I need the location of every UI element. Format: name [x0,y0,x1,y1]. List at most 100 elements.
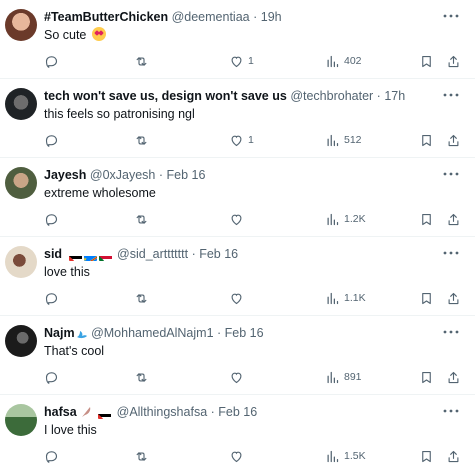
share-icon [448,371,459,383]
avatar[interactable] [5,9,37,41]
reply-button[interactable] [44,368,63,386]
author-name[interactable]: Najm [44,326,75,340]
retweet-icon [136,293,147,303]
bookmark-button[interactable] [419,289,434,307]
tweet-header: tech won't save us, design won't save us… [44,87,439,105]
reply-icon [45,55,58,68]
share-button[interactable] [446,368,461,386]
views-button[interactable]: 1.2K [325,210,366,228]
views-button[interactable]: 512 [325,131,362,149]
reply-feed: #TeamButterChicken @deementiaa · 19h So … [0,0,475,470]
tweet-actions: 1.5K [44,447,464,465]
share-button[interactable] [446,52,461,70]
avatar[interactable] [5,325,37,357]
tweet-header: Najm @MohhamedAlNajm1 · Feb 16 [44,324,439,342]
reply-button[interactable] [44,131,63,149]
author-handle[interactable]: @MohhamedAlNajm1 [91,326,213,340]
author-handle[interactable]: @0xJayesh [90,168,156,182]
wave-emoji-icon [76,326,88,342]
reply-button[interactable] [44,52,63,70]
like-button[interactable]: 1 [229,52,254,70]
more-options-icon[interactable] [441,164,461,184]
author-name[interactable]: Jayesh [44,168,86,182]
like-button[interactable] [229,210,248,228]
tweet-header: #TeamButterChicken @deementiaa · 19h [44,8,439,26]
views-button[interactable]: 1.5K [325,447,366,465]
reply-button[interactable] [44,289,63,307]
avatar[interactable] [5,246,37,278]
retweet-icon [136,135,147,145]
separator-dot: · [210,405,215,419]
bookmark-button[interactable] [419,368,434,386]
more-options-icon[interactable] [441,243,461,263]
author-name[interactable]: sid [44,247,62,261]
bookmark-button[interactable] [419,52,434,70]
author-name[interactable]: tech won't save us, design won't save us [44,89,287,103]
author-handle[interactable]: @sid_arttttttt [117,247,188,261]
separator-dot: · [191,247,196,261]
like-button[interactable] [229,368,248,386]
tweet[interactable]: Najm @MohhamedAlNajm1 · Feb 16 That's co… [0,316,475,395]
flag-emojis [68,247,114,263]
author-handle[interactable]: @techbrohater [290,89,373,103]
heart-icon [231,451,242,462]
views-button[interactable]: 891 [325,368,362,386]
share-button[interactable] [446,447,461,465]
timestamp[interactable]: 17h [384,89,405,103]
avatar[interactable] [5,167,37,199]
timestamp[interactable]: Feb 16 [199,247,238,261]
tweet[interactable]: #TeamButterChicken @deementiaa · 19h So … [0,0,475,79]
more-options-icon[interactable] [441,322,461,342]
timestamp[interactable]: Feb 16 [218,405,257,419]
author-handle[interactable]: @deementiaa [172,10,250,24]
author-name[interactable]: #TeamButterChicken [44,10,168,24]
like-button[interactable] [229,289,248,307]
views-button[interactable]: 1.1K [325,289,366,307]
retweet-button[interactable] [134,368,153,386]
timestamp[interactable]: Feb 16 [225,326,264,340]
more-options-icon[interactable] [441,401,461,421]
author-handle[interactable]: @Allthingshafsa [117,405,208,419]
timestamp[interactable]: Feb 16 [167,168,206,182]
retweet-button[interactable] [134,52,153,70]
separator-dot: · [217,326,222,340]
views-button[interactable]: 402 [325,52,362,70]
retweet-button[interactable] [134,131,153,149]
retweet-button[interactable] [134,289,153,307]
tweet[interactable]: Jayesh @0xJayesh · Feb 16 extreme wholes… [0,158,475,237]
share-button[interactable] [446,210,461,228]
more-options-icon[interactable] [441,85,461,105]
views-chart-icon [327,55,339,67]
avatar[interactable] [5,404,37,436]
retweet-icon [136,451,147,461]
tweet[interactable]: hafsa @Allthingshafsa · Feb 16 I love th… [0,395,475,470]
retweet-button[interactable] [134,210,153,228]
view-count: 1.1K [344,292,366,304]
bookmark-icon [422,134,431,146]
like-button[interactable]: 1 [229,131,254,149]
bookmark-button[interactable] [419,210,434,228]
timestamp[interactable]: 19h [261,10,282,24]
reply-icon [45,371,58,384]
tweet-actions: 1.1K [44,289,464,307]
share-button[interactable] [446,289,461,307]
retweet-button[interactable] [134,447,153,465]
bookmark-icon [422,450,431,462]
retweet-icon [136,214,147,224]
reply-button[interactable] [44,210,63,228]
bookmark-button[interactable] [419,131,434,149]
bookmark-button[interactable] [419,447,434,465]
tweet-header: Jayesh @0xJayesh · Feb 16 [44,166,439,184]
author-name[interactable]: hafsa [44,405,77,419]
reply-icon [45,213,58,226]
share-button[interactable] [446,131,461,149]
avatar[interactable] [5,88,37,120]
more-options-icon[interactable] [441,6,461,26]
retweet-icon [136,372,147,382]
reply-button[interactable] [44,447,63,465]
share-icon [448,213,459,225]
tweet[interactable]: sid @sid_arttttttt · Feb 16 love this 1.… [0,237,475,316]
tweet[interactable]: tech won't save us, design won't save us… [0,79,475,158]
like-button[interactable] [229,447,248,465]
tweet-text: So cute [44,27,106,43]
